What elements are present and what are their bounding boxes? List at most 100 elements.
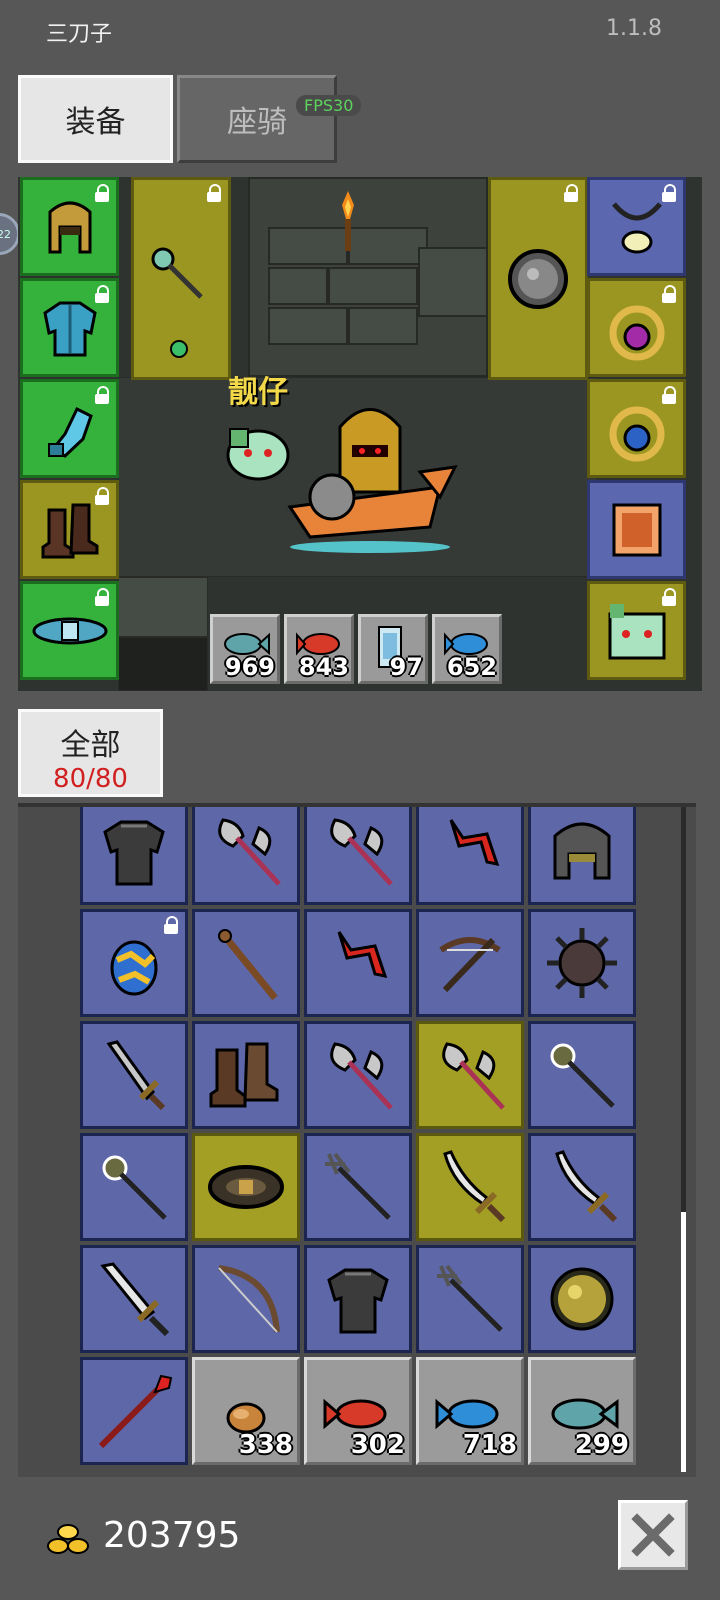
dark-armor-icon (103, 820, 165, 886)
amulet-icon (611, 201, 662, 253)
scimitar-icon (555, 1150, 618, 1223)
equipment-slot-ring-1[interactable] (587, 278, 686, 377)
inventory-slot[interactable] (416, 807, 524, 905)
inventory-slot[interactable]: 302 (304, 1357, 412, 1465)
scrollbar-track[interactable] (681, 807, 686, 1212)
equipment-slot-weapon[interactable] (131, 177, 231, 380)
item-quantity: 97 (389, 653, 423, 681)
item-quantity: 302 (350, 1430, 405, 1460)
crossbow-icon (439, 937, 501, 993)
red-spear-icon (98, 1374, 173, 1449)
spiked-ball-icon (547, 928, 617, 998)
filter-tab-all[interactable]: 全部 80/80 (18, 709, 163, 797)
inventory-slot[interactable] (528, 1021, 636, 1129)
item-quantity: 299 (574, 1430, 629, 1460)
fps-counter: FPS30 (296, 95, 362, 116)
equipment-slot-gloves[interactable] (20, 379, 119, 478)
inventory-slot[interactable] (192, 909, 300, 1017)
item-quantity: 652 (446, 653, 497, 681)
inventory-slot[interactable] (80, 1133, 188, 1241)
inventory-slot[interactable] (192, 1021, 300, 1129)
inventory-slot[interactable] (416, 1245, 524, 1353)
equipment-slot-ring-2[interactable] (587, 379, 686, 478)
leather-boots-icon (209, 1042, 279, 1108)
inventory-slot[interactable] (304, 807, 412, 905)
equipment-slot-scroll[interactable] (587, 480, 686, 579)
inventory-slot[interactable] (416, 1021, 524, 1129)
item-quantity: 718 (462, 1430, 517, 1460)
morning-star-icon (550, 1043, 615, 1108)
inventory-slot[interactable] (192, 807, 300, 905)
lock-icon (206, 184, 222, 202)
inventory-slot[interactable] (80, 1245, 188, 1353)
lock-icon (94, 487, 110, 505)
lock-icon (661, 184, 677, 202)
inventory-slot[interactable] (304, 909, 412, 1017)
belt-icon (32, 617, 107, 644)
equipment-slot-pet[interactable] (587, 581, 686, 680)
close-button[interactable] (618, 1500, 688, 1570)
equipment-slot-boots[interactable] (20, 480, 119, 579)
trident-icon (325, 1152, 391, 1220)
inventory-slot[interactable] (528, 807, 636, 905)
equipment-slot-offhand[interactable] (488, 177, 588, 380)
consumable-slot-4[interactable]: 652 (432, 614, 502, 684)
boots-icon (41, 503, 98, 558)
bow-icon (218, 1265, 280, 1333)
inventory-slot[interactable] (528, 909, 636, 1017)
inventory-slot[interactable]: 338 (192, 1357, 300, 1465)
lock-icon (94, 386, 110, 404)
filter-label: 全部 (60, 728, 121, 763)
character-name: 靓仔 (228, 375, 288, 410)
helmet-icon (48, 201, 91, 253)
sword-icon (106, 1040, 166, 1111)
tab-equipment[interactable]: 装备 (18, 75, 173, 163)
inventory-slot[interactable] (304, 1245, 412, 1353)
lock-icon (163, 916, 179, 934)
app-title: 三刀子 (46, 22, 113, 47)
lock-icon (661, 386, 677, 404)
inventory-slot[interactable] (528, 1245, 636, 1353)
double-axe-icon (218, 818, 281, 886)
inventory-panel[interactable]: 338 302 718 299 (18, 803, 696, 1477)
blue-ring-icon (609, 406, 664, 461)
equipment-slot-belt[interactable] (20, 581, 119, 680)
inventory-slot[interactable] (80, 909, 188, 1017)
inventory-slot[interactable] (192, 1133, 300, 1241)
hero-character-icon (280, 397, 460, 557)
trident-icon (437, 1264, 503, 1332)
floating-bubble-button[interactable]: 22 (0, 213, 20, 255)
inventory-slot[interactable]: 299 (528, 1357, 636, 1465)
broadsword-icon (100, 1262, 170, 1337)
scrollbar-thumb[interactable] (681, 1212, 686, 1472)
inventory-slot[interactable] (304, 1021, 412, 1129)
inventory-slot[interactable] (80, 807, 188, 905)
lock-icon (94, 285, 110, 303)
equipment-slot-amulet[interactable] (587, 177, 686, 276)
inventory-slot[interactable] (192, 1245, 300, 1353)
inventory-slot[interactable]: 718 (416, 1357, 524, 1465)
inventory-slot[interactable] (80, 1357, 188, 1465)
red-boomerang-icon (337, 931, 388, 978)
morning-star-icon (102, 1155, 167, 1220)
consumable-slot-2[interactable]: 843 (284, 614, 354, 684)
lock-icon (94, 184, 110, 202)
tab-mount[interactable]: 座骑 (177, 75, 337, 163)
character-scene: 靓仔 969 843 97 652 (18, 177, 702, 691)
inventory-slot[interactable] (80, 1021, 188, 1129)
scimitar-icon (443, 1150, 506, 1223)
mace-icon (151, 247, 203, 358)
chest-armor-icon (42, 301, 97, 356)
double-axe-icon (330, 1042, 393, 1110)
consumable-slot-1[interactable]: 969 (210, 614, 280, 684)
inventory-slot[interactable] (304, 1133, 412, 1241)
equipment-slot-helmet[interactable] (20, 177, 119, 276)
gloves-icon (47, 406, 93, 458)
item-quantity: 969 (224, 653, 275, 681)
inventory-slot[interactable] (416, 909, 524, 1017)
equipment-slot-armor[interactable] (20, 278, 119, 377)
app-version: 1.1.8 (606, 16, 662, 41)
inventory-slot[interactable] (416, 1133, 524, 1241)
consumable-slot-3[interactable]: 97 (358, 614, 428, 684)
inventory-slot[interactable] (528, 1133, 636, 1241)
